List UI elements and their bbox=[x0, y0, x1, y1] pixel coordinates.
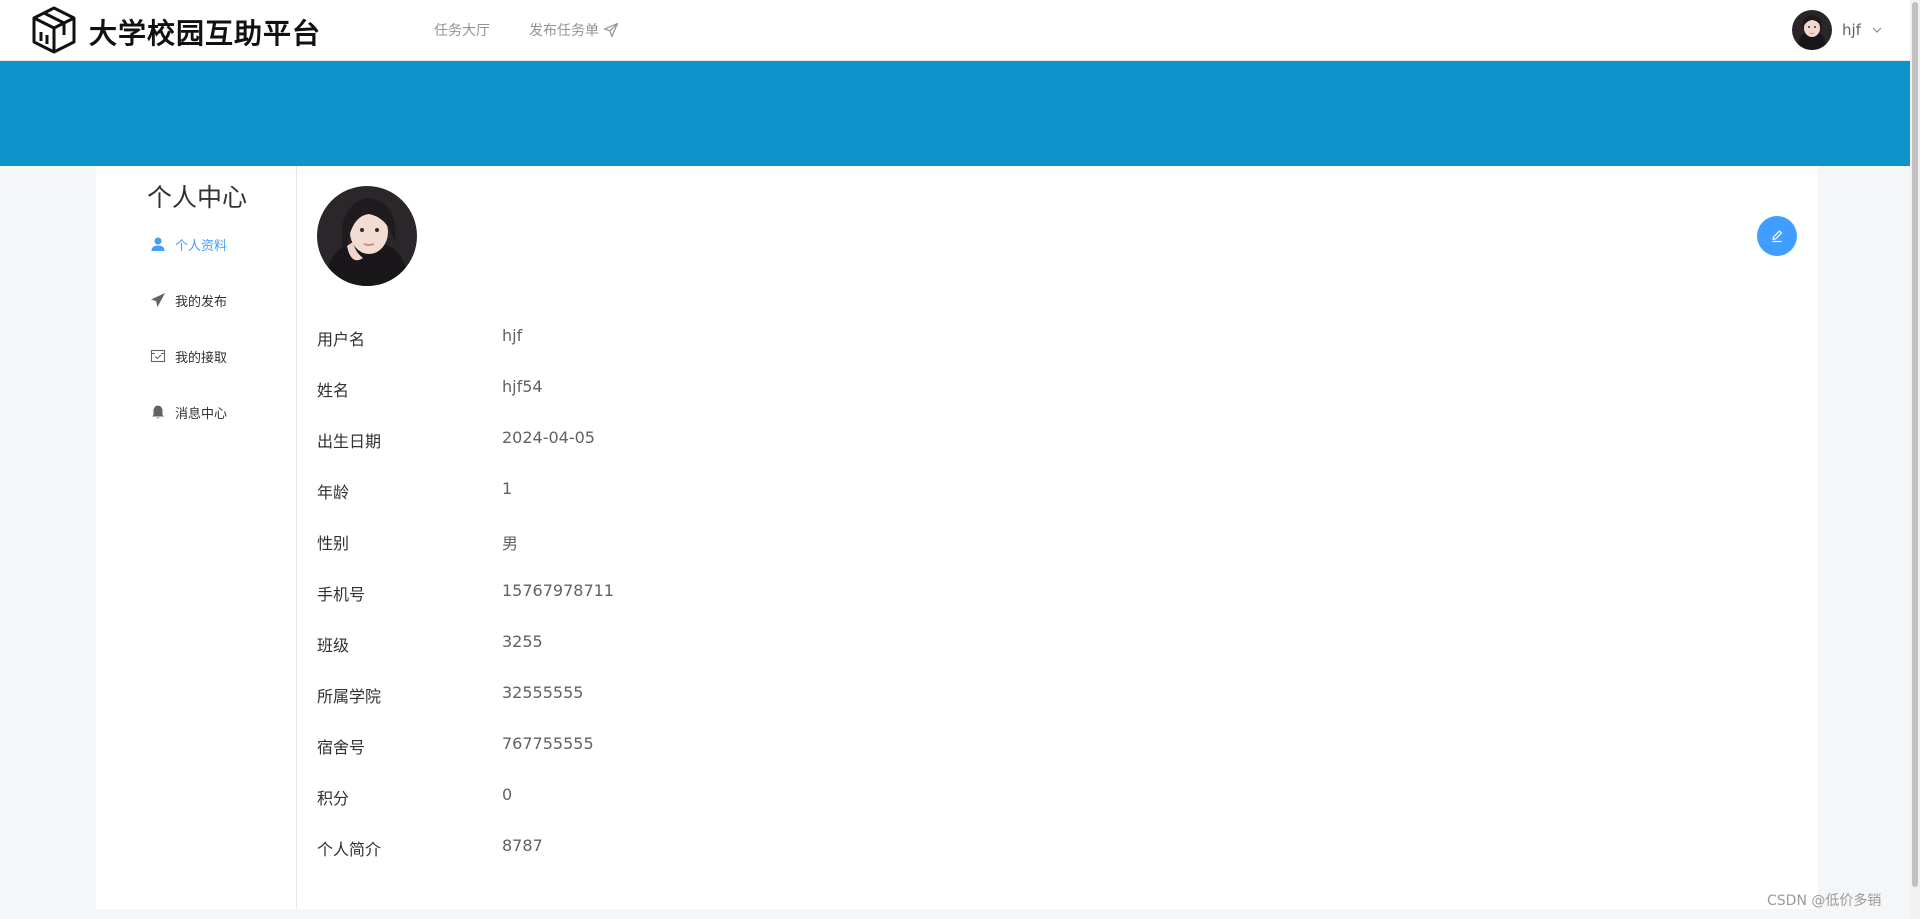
field-class: 班级 3255 bbox=[317, 632, 1117, 656]
brand-title: 大学校园互助平台 bbox=[89, 17, 322, 50]
edit-icon bbox=[1772, 230, 1783, 243]
field-label: 性别 bbox=[317, 534, 350, 553]
scrollbar-thumb[interactable] bbox=[1912, 2, 1918, 887]
field-label: 班级 bbox=[317, 636, 350, 655]
field-value: 15767978711 bbox=[502, 581, 614, 600]
avatar bbox=[1792, 10, 1832, 50]
paper-plane-icon bbox=[151, 293, 165, 307]
field-label: 出生日期 bbox=[317, 432, 382, 451]
field-label: 用户名 bbox=[317, 330, 366, 349]
field-value: 767755555 bbox=[502, 734, 594, 753]
sidebar-item-label: 个人资料 bbox=[175, 238, 228, 254]
nav-underline bbox=[414, 58, 1734, 60]
user-name: hjf bbox=[1842, 21, 1861, 39]
field-label: 手机号 bbox=[317, 585, 366, 604]
nav-publish-label: 发布任务单 bbox=[529, 23, 599, 39]
field-bio: 个人简介 8787 bbox=[317, 836, 1117, 860]
sidebar-item-label: 消息中心 bbox=[175, 406, 228, 422]
field-value: 3255 bbox=[502, 632, 543, 651]
field-value: 0 bbox=[502, 785, 513, 804]
field-label: 年龄 bbox=[317, 483, 350, 502]
field-gender: 性别 男 bbox=[317, 530, 1117, 554]
sidebar-item-label: 我的发布 bbox=[175, 294, 228, 310]
sidebar-item-my-posts[interactable]: 我的发布 bbox=[150, 289, 227, 311]
field-value: 8787 bbox=[502, 836, 543, 855]
nav-task-hall[interactable]: 任务大厅 bbox=[434, 20, 490, 40]
cube-logo-icon bbox=[32, 6, 76, 54]
inbox-check-icon bbox=[150, 349, 166, 363]
field-value: 32555555 bbox=[502, 683, 584, 702]
field-value: 1 bbox=[502, 479, 513, 498]
field-age: 年龄 1 bbox=[317, 479, 1117, 503]
field-phone: 手机号 15767978711 bbox=[317, 581, 1117, 605]
user-icon bbox=[151, 237, 165, 251]
field-value: hjf bbox=[502, 326, 523, 345]
sidebar-title: 个人中心 bbox=[147, 183, 248, 212]
field-name: 姓名 hjf54 bbox=[317, 377, 1117, 401]
watermark: CSDN @低价多销 bbox=[1767, 893, 1882, 909]
field-label: 姓名 bbox=[317, 381, 350, 400]
sidebar: 个人中心 个人资料 我的发布 我的接取 消息中心 bbox=[96, 166, 297, 909]
field-dorm: 宿舍号 767755555 bbox=[317, 734, 1117, 758]
user-dropdown[interactable]: hjf bbox=[1792, 10, 1883, 50]
field-birthdate: 出生日期 2024-04-05 bbox=[317, 428, 1117, 452]
field-label: 所属学院 bbox=[317, 687, 382, 706]
sidebar-item-my-accepted[interactable]: 我的接取 bbox=[150, 345, 227, 367]
chevron-down-icon bbox=[1872, 27, 1882, 33]
field-value: hjf54 bbox=[502, 377, 543, 396]
field-college: 所属学院 32555555 bbox=[317, 683, 1117, 707]
profile-avatar bbox=[317, 186, 417, 286]
field-points: 积分 0 bbox=[317, 785, 1117, 809]
bell-icon bbox=[152, 405, 164, 419]
top-header: 大学校园互助平台 任务大厅 发布任务单 hjf bbox=[0, 0, 1910, 61]
field-value: 男 bbox=[502, 534, 519, 553]
field-username: 用户名 hjf bbox=[317, 326, 1117, 350]
nav-publish-task[interactable]: 发布任务单 bbox=[529, 20, 619, 40]
sidebar-item-messages[interactable]: 消息中心 bbox=[150, 401, 227, 423]
hero-banner bbox=[0, 61, 1910, 166]
field-label: 积分 bbox=[317, 789, 350, 808]
field-label: 宿舍号 bbox=[317, 738, 366, 757]
send-icon bbox=[603, 22, 619, 38]
field-value: 2024-04-05 bbox=[502, 428, 595, 447]
sidebar-item-profile[interactable]: 个人资料 bbox=[150, 233, 227, 255]
sidebar-item-label: 我的接取 bbox=[175, 350, 228, 366]
edit-profile-button[interactable] bbox=[1757, 216, 1797, 256]
field-label: 个人简介 bbox=[317, 840, 382, 859]
